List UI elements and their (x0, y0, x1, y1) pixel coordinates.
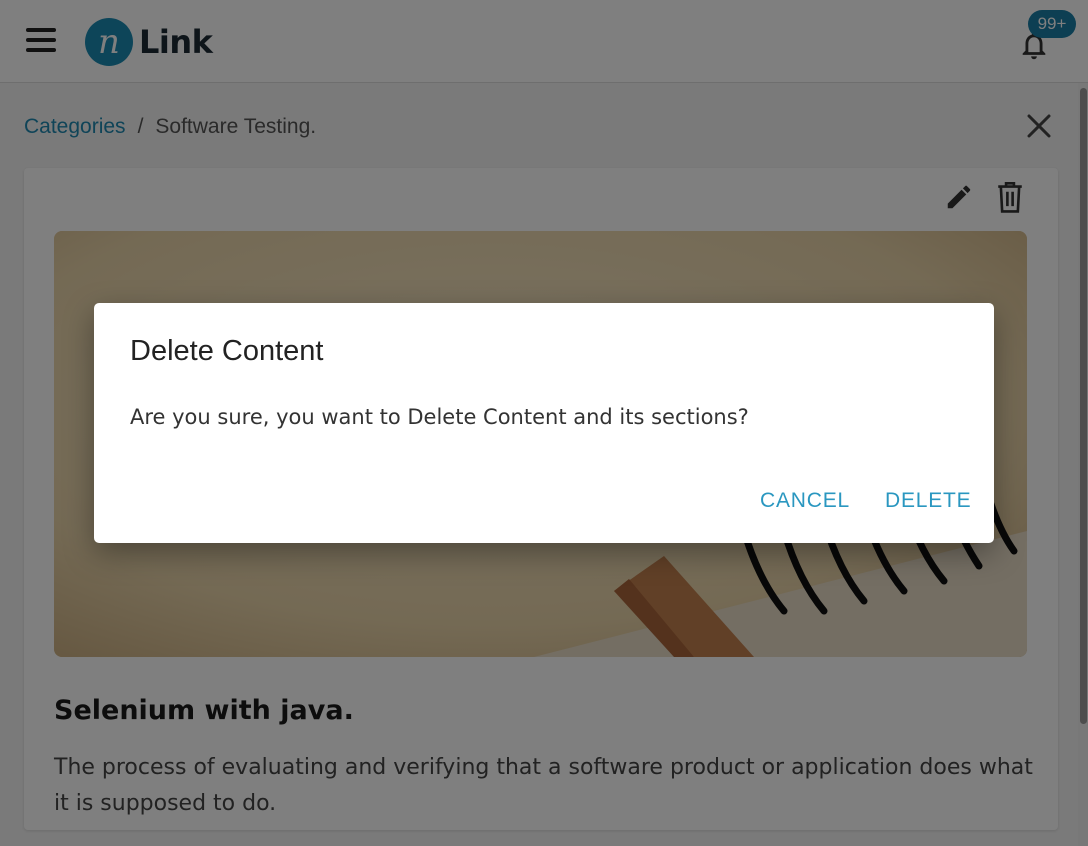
delete-button[interactable]: DELETE (885, 489, 972, 513)
dialog-message: Are you sure, you want to Delete Content… (130, 405, 749, 429)
cancel-button[interactable]: CANCEL (760, 489, 850, 513)
dialog-title: Delete Content (130, 335, 324, 367)
delete-content-dialog: Delete Content Are you sure, you want to… (94, 303, 994, 543)
